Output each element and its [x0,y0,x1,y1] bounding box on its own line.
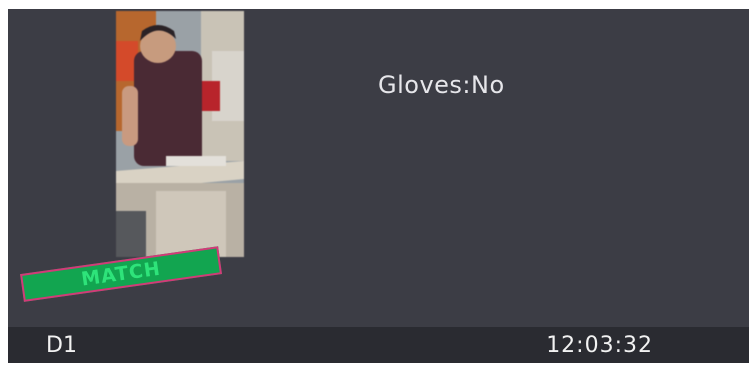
attribute-result-text: Gloves:No [378,71,505,99]
person-snapshot-image[interactable] [116,11,244,257]
result-content-area: Gloves:No MATCH [8,9,749,327]
channel-label: D1 [46,333,77,358]
status-footer: D1 12:03:32 [8,327,749,363]
timestamp-label: 12:03:32 [546,333,653,358]
match-label: MATCH [79,257,163,291]
snapshot-picture [116,11,244,257]
detection-result-panel: Gloves:No MATCH D1 12:03:32 [8,9,749,363]
